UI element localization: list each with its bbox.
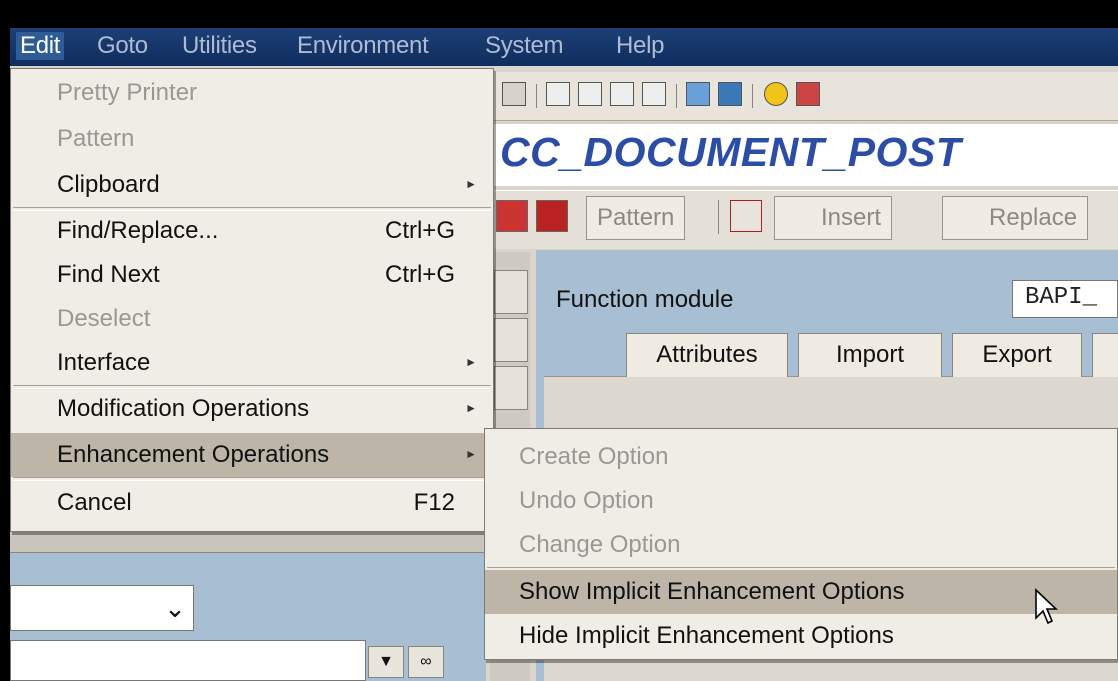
menu-item-shortcut: Ctrl+G [384, 261, 455, 288]
menu-item-deselect[interactable]: Deselect [11, 297, 493, 341]
object-name-input[interactable] [10, 640, 366, 681]
toolbar-separator [752, 84, 753, 108]
enhancement-submenu: Create Option Undo Option Change Option … [484, 428, 1118, 660]
tab-next[interactable] [1092, 333, 1118, 377]
previous-page-icon[interactable] [578, 82, 602, 106]
top-border [0, 0, 1118, 28]
menu-item-pattern[interactable]: Pattern [11, 117, 493, 161]
menu-goto[interactable]: Goto [97, 32, 148, 60]
menu-item-find-next[interactable]: Find Next Ctrl+G [11, 253, 493, 297]
first-page-icon[interactable] [546, 82, 570, 106]
menu-item-shortcut: Ctrl+G [384, 217, 455, 244]
menu-item-label: Hide Implicit Enhancement Options [519, 622, 894, 649]
menu-item-enhancement-operations[interactable]: Enhancement Operations ► [11, 433, 493, 477]
menu-item-label: Create Option [519, 443, 669, 470]
menu-item-label: Undo Option [519, 487, 654, 514]
replace-button[interactable]: Replace [942, 196, 1089, 240]
menu-item-find-replace[interactable]: Find/Replace... Ctrl+G [11, 209, 493, 253]
menu-environment[interactable]: Environment [297, 32, 429, 60]
next-page-icon[interactable] [610, 82, 634, 106]
submenu-arrow-icon: ► [465, 177, 477, 191]
menu-item-label: Find/Replace... [57, 217, 219, 244]
menu-utilities[interactable]: Utilities [182, 32, 257, 60]
sap-window: Edit Goto Utilities Environment System H… [0, 0, 1118, 681]
menu-item-label: Change Option [519, 531, 681, 558]
layout-menu-icon[interactable] [796, 82, 820, 106]
page-title: CC_DOCUMENT_POST [500, 129, 962, 175]
menu-item-create-option[interactable]: Create Option [485, 435, 1117, 479]
nav-button[interactable] [494, 318, 528, 362]
shortcut-icon[interactable] [718, 82, 742, 106]
chevron-down-icon[interactable]: ⌄ [160, 591, 190, 625]
deactivate-icon[interactable] [496, 200, 528, 232]
menu-item-label: Modification Operations [57, 395, 310, 422]
menu-item-label: Find Next [57, 261, 160, 288]
insert-button[interactable]: Insert [774, 196, 893, 240]
menu-item-show-implicit-enhancement-options[interactable]: Show Implicit Enhancement Options [485, 570, 1117, 614]
menu-item-hide-implicit-enhancement-options[interactable]: Hide Implicit Enhancement Options [485, 614, 1117, 658]
menu-item-label: Deselect [57, 305, 151, 332]
menu-item-label: Interface [57, 349, 151, 376]
pretty-printer-icon[interactable] [730, 200, 762, 232]
mouse-pointer-icon [1035, 588, 1059, 625]
menu-system[interactable]: System [485, 32, 564, 60]
nav-button[interactable] [494, 366, 528, 410]
stop-icon[interactable] [536, 200, 568, 232]
menu-item-label: Pattern [57, 125, 135, 152]
last-page-icon[interactable] [642, 82, 666, 106]
menu-item-clipboard[interactable]: Clipboard ► [11, 163, 493, 207]
binoculars-icon[interactable] [502, 82, 526, 106]
dropdown-arrow-icon[interactable]: ▼ [368, 646, 404, 678]
help-icon[interactable] [764, 82, 788, 106]
lower-strip [10, 530, 486, 553]
menu-help[interactable]: Help [616, 32, 664, 60]
pattern-button[interactable]: Pattern [586, 196, 686, 240]
menu-item-interface[interactable]: Interface ► [11, 341, 493, 385]
menu-item-label: Show Implicit Enhancement Options [519, 578, 905, 605]
left-border [0, 0, 10, 681]
submenu-arrow-icon: ► [465, 447, 477, 461]
menu-bar: Edit Goto Utilities Environment System H… [10, 28, 1118, 66]
tab-export[interactable]: Export [952, 333, 1082, 377]
menu-item-cancel[interactable]: Cancel F12 [11, 481, 493, 525]
menu-item-label: Clipboard [57, 171, 160, 198]
new-session-icon[interactable] [686, 82, 710, 106]
edit-menu: Pretty Printer Pattern Clipboard ► Find/… [10, 68, 494, 532]
menu-item-modification-operations[interactable]: Modification Operations ► [11, 387, 493, 431]
menu-edit[interactable]: Edit [16, 32, 65, 60]
menu-item-undo-option[interactable]: Undo Option [485, 479, 1117, 523]
submenu-arrow-icon: ► [465, 401, 477, 415]
submenu-arrow-icon: ► [465, 355, 477, 369]
toolbar-separator [536, 84, 537, 108]
menu-item-shortcut: F12 [413, 489, 455, 516]
nav-button[interactable] [494, 270, 528, 314]
menu-item-label: Enhancement Operations [57, 441, 330, 468]
tab-attributes[interactable]: Attributes [626, 333, 788, 377]
menu-item-label: Cancel [57, 489, 132, 516]
menu-item-pretty-printer[interactable]: Pretty Printer [11, 71, 493, 115]
toolbar-separator [718, 200, 719, 234]
menu-item-change-option[interactable]: Change Option [485, 523, 1117, 567]
function-module-field[interactable]: BAPI_ [1012, 280, 1118, 318]
toolbar-separator [676, 84, 677, 108]
menu-item-label: Pretty Printer [57, 79, 198, 106]
function-module-label: Function module [556, 286, 734, 313]
display-glasses-icon[interactable]: ∞ [408, 646, 444, 678]
tab-import[interactable]: Import [798, 333, 942, 377]
